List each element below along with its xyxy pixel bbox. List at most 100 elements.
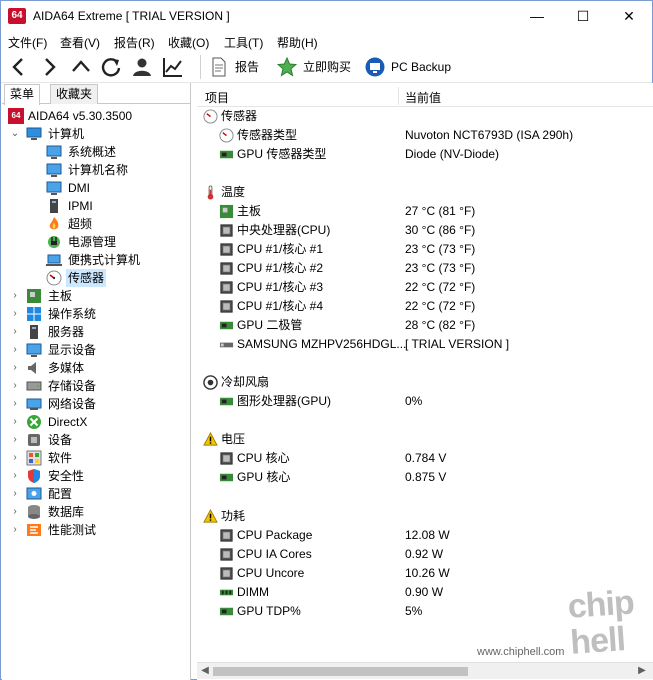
column-item-header[interactable]: 项目	[205, 89, 229, 106]
tree-item-config[interactable]: › 配置	[8, 485, 188, 503]
section-temperature: 温度	[197, 183, 647, 202]
row-value: Nuvoton NCT6793D (ISA 290h)	[405, 128, 574, 142]
column-divider[interactable]	[398, 87, 399, 105]
tree-item-label: 存储设备	[48, 379, 97, 393]
table-row[interactable]: 图形处理器(GPU) 0%	[197, 392, 647, 411]
tree-item-network[interactable]: › 网络设备	[8, 395, 188, 413]
row-key: CPU #1/核心 #2	[237, 261, 324, 275]
minimize-button[interactable]: —	[514, 1, 560, 31]
collapsed-chevron-icon[interactable]: ›	[10, 485, 20, 503]
forward-arrow-icon[interactable]	[37, 55, 61, 79]
software-icon	[26, 450, 42, 466]
collapsed-chevron-icon[interactable]: ›	[10, 449, 20, 467]
tree-item-ipmi[interactable]: IPMI	[46, 197, 186, 215]
table-row[interactable]: CPU #1/核心 #1 23 °C (73 °F)	[197, 240, 647, 259]
tree-item-storage[interactable]: › 存储设备	[8, 377, 188, 395]
monitor-icon	[46, 163, 62, 177]
title-bar[interactable]: 64 AIDA64 Extreme [ TRIAL VERSION ] — ☐ …	[1, 1, 652, 31]
menu-favorites[interactable]: 收藏(O)	[168, 34, 209, 51]
toolbar: 报告 立即购买 PC Backup	[1, 51, 652, 83]
row-key: 中央处理器(CPU)	[237, 223, 331, 237]
menu-report[interactable]: 报告(R)	[114, 34, 155, 51]
tab-menu[interactable]: 菜单	[4, 84, 41, 105]
table-row[interactable]: CPU 核心 0.784 V	[197, 449, 647, 468]
tree-item-computer[interactable]: ⌄ 计算机	[8, 125, 188, 143]
pc-backup-button[interactable]: PC Backup	[365, 55, 455, 79]
up-arrow-icon[interactable]	[69, 55, 93, 79]
scrollbar-thumb[interactable]	[213, 667, 468, 676]
scroll-right-icon[interactable]: ▶	[636, 665, 648, 677]
report-button[interactable]: 报告	[209, 55, 269, 79]
table-row[interactable]: CPU Package 12.08 W	[197, 526, 647, 545]
table-row[interactable]: 传感器类型 Nuvoton NCT6793D (ISA 290h)	[197, 126, 647, 145]
table-row[interactable]: GPU 传感器类型 Diode (NV-Diode)	[197, 145, 647, 164]
tree-item-sensors[interactable]: 传感器	[46, 269, 186, 287]
tree-item-motherboard[interactable]: › 主板	[8, 287, 188, 305]
table-row[interactable]: CPU #1/核心 #3 22 °C (72 °F)	[197, 278, 647, 297]
collapsed-chevron-icon[interactable]: ›	[10, 413, 20, 431]
table-row[interactable]: CPU IA Cores 0.92 W	[197, 545, 647, 564]
app-window: 64 AIDA64 Extreme [ TRIAL VERSION ] — ☐ …	[0, 0, 653, 680]
tree-item-server[interactable]: › 服务器	[8, 323, 188, 341]
tree-item-directx[interactable]: › DirectX	[8, 413, 188, 431]
collapsed-chevron-icon[interactable]: ›	[10, 377, 20, 395]
tree-item-software[interactable]: › 软件	[8, 449, 188, 467]
maximize-button[interactable]: ☐	[560, 1, 606, 31]
collapsed-chevron-icon[interactable]: ›	[10, 395, 20, 413]
table-row[interactable]: GPU 核心 0.875 V	[197, 468, 647, 487]
expanded-chevron-icon[interactable]: ⌄	[10, 125, 20, 143]
pc-backup-icon	[365, 57, 385, 77]
collapsed-chevron-icon[interactable]: ›	[10, 503, 20, 521]
table-row[interactable]: CPU Uncore 10.26 W	[197, 564, 647, 583]
tree-item-label: 设备	[48, 433, 73, 447]
gpu-card-icon	[219, 150, 234, 159]
tree-item-computer-name[interactable]: 计算机名称	[46, 161, 186, 179]
horizontal-scrollbar[interactable]: ◀ ▶	[197, 662, 653, 679]
chart-icon[interactable]	[161, 55, 185, 79]
cpu-chip-icon	[220, 567, 233, 580]
buy-now-button[interactable]: 立即购买	[277, 55, 357, 79]
menu-tools[interactable]: 工具(T)	[224, 34, 263, 51]
tree-item-database[interactable]: › 数据库	[8, 503, 188, 521]
menu-view[interactable]: 查看(V)	[60, 34, 100, 51]
row-value: 0.875 V	[405, 470, 447, 484]
tree-root[interactable]: 64 AIDA64 v5.30.3500	[8, 107, 188, 125]
table-row[interactable]: CPU #1/核心 #2 23 °C (73 °F)	[197, 259, 647, 278]
refresh-icon[interactable]	[99, 55, 123, 79]
tree-item-portable-computer[interactable]: 便携式计算机	[46, 251, 186, 269]
tree-item-os[interactable]: › 操作系统	[8, 305, 188, 323]
menu-help[interactable]: 帮助(H)	[277, 34, 318, 51]
column-value-header[interactable]: 当前值	[405, 89, 441, 106]
tree-item-benchmark[interactable]: › 性能测试	[8, 521, 188, 539]
tree-item-power-management[interactable]: 电源管理	[46, 233, 186, 251]
row-key: SAMSUNG MZHPV256HDGL...	[237, 337, 407, 351]
tree-item-label: 超频	[68, 217, 93, 231]
tree-item-overclock[interactable]: 超频	[46, 215, 186, 233]
scroll-left-icon[interactable]: ◀	[199, 665, 211, 677]
collapsed-chevron-icon[interactable]: ›	[10, 305, 20, 323]
tree-item-system-overview[interactable]: 系统概述	[46, 143, 186, 161]
table-row[interactable]: 主板 27 °C (81 °F)	[197, 202, 647, 221]
collapsed-chevron-icon[interactable]: ›	[10, 431, 20, 449]
collapsed-chevron-icon[interactable]: ›	[10, 341, 20, 359]
table-row[interactable]: 中央处理器(CPU) 30 °C (86 °F)	[197, 221, 647, 240]
tree-item-security[interactable]: › 安全性	[8, 467, 188, 485]
menu-file[interactable]: 文件(F)	[8, 34, 47, 51]
close-button[interactable]: ✕	[606, 1, 652, 31]
tree-item-multimedia[interactable]: › 多媒体	[8, 359, 188, 377]
collapsed-chevron-icon[interactable]: ›	[10, 467, 20, 485]
table-row[interactable]: CPU #1/核心 #4 22 °C (72 °F)	[197, 297, 647, 316]
back-arrow-icon[interactable]	[7, 55, 31, 79]
collapsed-chevron-icon[interactable]: ›	[10, 287, 20, 305]
tree-item-devices[interactable]: › 设备	[8, 431, 188, 449]
tree-item-dmi[interactable]: DMI	[46, 179, 186, 197]
row-value: 30 °C (86 °F)	[405, 223, 476, 237]
collapsed-chevron-icon[interactable]: ›	[10, 521, 20, 539]
collapsed-chevron-icon[interactable]: ›	[10, 359, 20, 377]
table-row[interactable]: GPU 二极管 28 °C (82 °F)	[197, 316, 647, 335]
collapsed-chevron-icon[interactable]: ›	[10, 323, 20, 341]
table-row[interactable]: SAMSUNG MZHPV256HDGL... [ TRIAL VERSION …	[197, 335, 647, 354]
user-icon[interactable]	[130, 55, 154, 79]
tab-favorites[interactable]: 收藏夹	[50, 84, 99, 104]
tree-item-display[interactable]: › 显示设备	[8, 341, 188, 359]
